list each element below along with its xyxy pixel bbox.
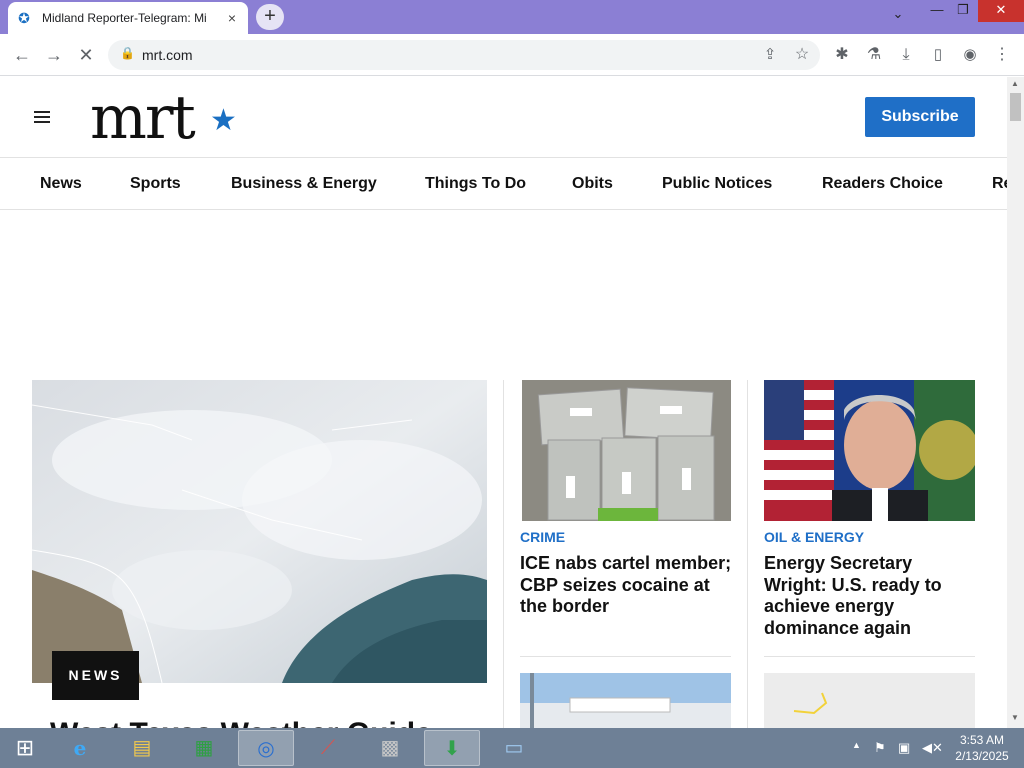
page-scrollbar[interactable]: ▲ ▼: [1007, 77, 1024, 728]
extensions-icon[interactable]: ✱: [830, 43, 854, 67]
nav-item-public-notices[interactable]: Public Notices: [662, 175, 772, 193]
download-manager-icon[interactable]: ⬇: [424, 730, 480, 766]
news-tag-badge[interactable]: NEWS: [52, 651, 139, 700]
system-clock[interactable]: 3:53 AM 2/13/2025: [950, 732, 1014, 764]
forward-arrow-icon[interactable]: →: [42, 43, 66, 67]
hamburger-menu-icon[interactable]: [34, 111, 50, 123]
store-icon[interactable]: ▦: [176, 730, 232, 766]
story-image-map[interactable]: [764, 673, 975, 728]
lead-story-image[interactable]: [32, 380, 487, 683]
subscribe-button[interactable]: Subscribe: [865, 97, 975, 137]
story-category[interactable]: OIL & ENERGY: [764, 529, 864, 545]
bookmark-star-icon[interactable]: ☆: [790, 43, 814, 67]
download-icon[interactable]: ⤓: [894, 43, 918, 67]
back-arrow-icon[interactable]: ←: [10, 43, 34, 67]
share-icon[interactable]: ⇪: [758, 43, 782, 67]
lead-story-headline[interactable]: West Texas Weather Guide: [50, 717, 432, 728]
address-bar[interactable]: 🔒 mrt.com ⇪ ☆: [108, 40, 820, 70]
browser-tab-bar: ✪ Midland Reporter-Telegram: Mi × + ⌄ — …: [0, 0, 1024, 34]
nav-item-readers-choice[interactable]: Readers Choice: [822, 175, 943, 193]
nav-item-things-to-do[interactable]: Things To Do: [425, 175, 526, 193]
stop-loading-icon[interactable]: ✕: [74, 43, 98, 67]
labs-flask-icon[interactable]: ⚗: [862, 43, 886, 67]
start-icon[interactable]: ⊞: [2, 730, 48, 766]
site-logo[interactable]: mrt: [90, 83, 196, 153]
favicon-icon: ✪: [18, 10, 30, 26]
lock-icon: 🔒: [120, 46, 135, 60]
web-page: mrt ★ Subscribe News Sports Business & E…: [0, 77, 1007, 728]
minimize-button[interactable]: —: [926, 0, 948, 22]
chrome-icon[interactable]: ◎: [238, 730, 294, 766]
scroll-thumb[interactable]: [1010, 93, 1021, 121]
tab-close-icon[interactable]: ×: [224, 10, 240, 26]
scroll-down-icon[interactable]: ▼: [1011, 713, 1019, 722]
nav-item-truncated[interactable]: Re: [992, 175, 1007, 193]
scroll-up-icon[interactable]: ▲: [1011, 79, 1019, 88]
profile-avatar-icon[interactable]: ◉: [958, 43, 982, 67]
address-url[interactable]: mrt.com: [142, 47, 193, 63]
menu-kebab-icon[interactable]: ⋮: [990, 43, 1014, 67]
story-divider: [764, 656, 975, 657]
nav-item-business-energy[interactable]: Business & Energy: [231, 175, 377, 193]
volume-muted-icon[interactable]: ◀✕: [922, 740, 943, 756]
close-window-button[interactable]: ✕: [978, 0, 1024, 22]
column-divider: [503, 380, 504, 728]
internet-explorer-icon[interactable]: e: [52, 730, 108, 766]
story-headline[interactable]: Energy Secretary Wright: U.S. ready to a…: [764, 553, 979, 639]
browser-toolbar: ← → ✕ 🔒 mrt.com ⇪ ☆ ✱ ⚗ ⤓ ▯ ◉ ⋮: [0, 34, 1024, 76]
tab-title: Midland Reporter-Telegram: Mi: [42, 11, 207, 25]
story-image-energy-secretary[interactable]: [764, 380, 975, 521]
clock-date: 2/13/2025: [955, 749, 1009, 763]
story-image-cocaine-seizure[interactable]: [522, 380, 731, 521]
side-panel-icon[interactable]: ▯: [926, 43, 950, 67]
file-explorer-icon[interactable]: ▤: [114, 730, 170, 766]
flag-icon[interactable]: ⚑: [874, 740, 886, 756]
network-icon[interactable]: ▣: [898, 740, 910, 756]
story-image-outdoor[interactable]: [520, 673, 731, 728]
column-divider: [747, 380, 748, 728]
nav-item-news[interactable]: News: [40, 175, 82, 193]
clock-time: 3:53 AM: [959, 733, 1005, 747]
story-category[interactable]: CRIME: [520, 529, 565, 545]
story-headline[interactable]: ICE nabs cartel member; CBP seizes cocai…: [520, 553, 735, 618]
firewall-icon[interactable]: ▩: [362, 730, 418, 766]
restore-button[interactable]: ❐: [952, 0, 974, 22]
windows-taskbar: ⊞ e ▤ ▦ ◎ ⟋ ▩ ⬇ ▭ ▲ ⚑ ▣ ◀✕ 3:53 AM 2/13/…: [0, 728, 1024, 768]
browser-tab[interactable]: ✪ Midland Reporter-Telegram: Mi ×: [8, 2, 248, 34]
nav-item-sports[interactable]: Sports: [130, 175, 181, 193]
app-icon[interactable]: ⟋: [300, 730, 356, 766]
window-icon[interactable]: ▭: [486, 730, 542, 766]
tray-expand-icon[interactable]: ▲: [852, 740, 861, 750]
logo-star-icon: ★: [210, 104, 237, 137]
new-tab-button[interactable]: +: [256, 4, 284, 30]
nav-item-obits[interactable]: Obits: [572, 175, 613, 193]
site-nav: News Sports Business & Energy Things To …: [0, 157, 1007, 210]
tab-search-icon[interactable]: ⌄: [886, 4, 910, 26]
story-divider: [520, 656, 731, 657]
